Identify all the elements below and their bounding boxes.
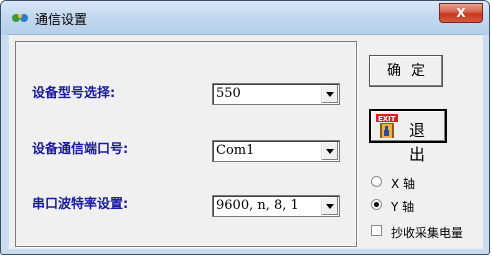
close-button[interactable]: X	[439, 3, 483, 23]
exit-button-label: 退出	[409, 121, 432, 164]
window-title: 通信设置	[35, 13, 88, 28]
comm-port-label: 设备通信端口号:	[32, 142, 129, 157]
y-axis-label: Y 轴	[391, 200, 415, 214]
close-icon: X	[456, 6, 466, 20]
device-model-value: 550	[216, 86, 241, 101]
x-axis-label: X 轴	[391, 177, 416, 191]
ok-button[interactable]: 确定	[369, 55, 443, 87]
baud-rate-value: 9600, n, 8, 1	[216, 198, 299, 213]
ok-button-label: 确定	[387, 63, 435, 79]
x-axis-radio-circle[interactable]	[371, 176, 382, 187]
device-model-select[interactable]: 550	[212, 83, 340, 105]
baud-rate-select[interactable]: 9600, n, 8, 1	[212, 195, 340, 217]
exit-door-icon: EXIT	[376, 114, 398, 138]
device-model-label: 设备型号选择:	[32, 86, 116, 101]
baud-rate-label: 串口波特率设置:	[32, 197, 129, 212]
chevron-down-icon[interactable]	[321, 142, 338, 160]
comm-port-value: Com1	[216, 143, 255, 158]
comm-port-select[interactable]: Com1	[212, 140, 340, 162]
title-bar[interactable]: 通信设置 X	[1, 1, 489, 35]
exit-sign-text: EXIT	[378, 115, 396, 123]
collect-checkbox-box[interactable]	[371, 225, 382, 236]
chevron-down-icon[interactable]	[321, 197, 338, 215]
app-icon	[12, 14, 28, 22]
exit-button[interactable]: EXIT 退出	[369, 109, 447, 164]
settings-panel: 设备型号选择: 550 设备通信端口号: Com1 串口波特率设置: 9600,…	[15, 41, 357, 247]
dialog-body: 设备型号选择: 550 设备通信端口号: Com1 串口波特率设置: 9600,…	[9, 34, 483, 249]
settings-window: 通信设置 X 设备型号选择: 550 设备通信端口号: Com1 串口波特率设置…	[0, 0, 490, 255]
chevron-down-icon[interactable]	[321, 85, 338, 103]
collect-checkbox-label: 抄收采集电量	[391, 226, 464, 240]
y-axis-radio-circle[interactable]	[371, 199, 382, 210]
